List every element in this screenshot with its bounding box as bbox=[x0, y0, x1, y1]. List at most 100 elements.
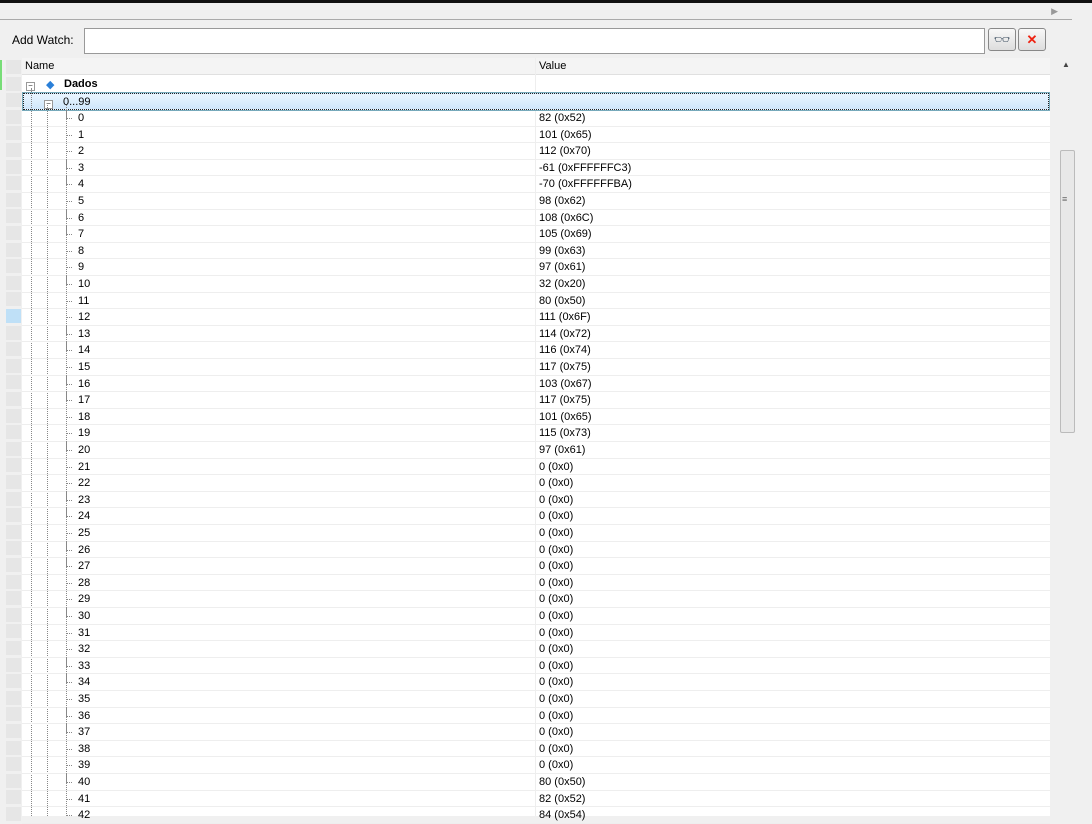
tree-row-item[interactable]: 11 80 (0x50) bbox=[22, 292, 1050, 310]
tree-row-item[interactable]: 36 0 (0x0) bbox=[22, 707, 1050, 725]
tree-row-item[interactable]: 5 98 (0x62) bbox=[22, 193, 1050, 210]
item-index: 2 bbox=[78, 145, 85, 158]
tree-row-item[interactable]: 13 114 (0x72) bbox=[22, 325, 1050, 343]
tree-row-item[interactable]: 12 111 (0x6F) bbox=[22, 309, 1050, 326]
column-header-name[interactable]: Name bbox=[25, 60, 54, 72]
tree-row-root[interactable]: − ◆ Dados bbox=[22, 76, 1050, 93]
gutter-cell bbox=[6, 342, 21, 357]
item-value: 98 (0x62) bbox=[539, 195, 586, 207]
tree-row-item[interactable]: 16 103 (0x67) bbox=[22, 375, 1050, 393]
tree-row-item[interactable]: 7 105 (0x69) bbox=[22, 226, 1050, 243]
item-value: 0 (0x0) bbox=[539, 693, 574, 705]
gutter-cell bbox=[6, 159, 21, 174]
grid-header: Name Value bbox=[22, 58, 1050, 75]
item-value: 0 (0x0) bbox=[539, 477, 574, 490]
item-value: 115 (0x73) bbox=[539, 427, 591, 440]
item-index: 5 bbox=[78, 195, 85, 207]
item-value: 0 (0x0) bbox=[539, 460, 574, 473]
gutter-cell bbox=[6, 192, 21, 207]
item-value: 117 (0x75) bbox=[539, 361, 591, 373]
tree-row-item[interactable]: 34 0 (0x0) bbox=[22, 674, 1050, 691]
gutter-cell bbox=[6, 773, 21, 788]
item-value: 0 (0x0) bbox=[539, 610, 574, 622]
tree-row-item[interactable]: 32 0 (0x0) bbox=[22, 641, 1050, 658]
tree-row-item[interactable]: 15 117 (0x75) bbox=[22, 359, 1050, 376]
horizontal-scrollbar[interactable]: ▶ bbox=[0, 3, 1072, 20]
tree-row-item[interactable]: 20 97 (0x61) bbox=[22, 442, 1050, 459]
tree-row-item[interactable]: 38 0 (0x0) bbox=[22, 740, 1050, 758]
tree-row-item[interactable]: 37 0 (0x0) bbox=[22, 724, 1050, 741]
item-value: 105 (0x69) bbox=[539, 228, 592, 241]
item-value: 0 (0x0) bbox=[539, 626, 574, 639]
tree-row-item[interactable]: 22 0 (0x0) bbox=[22, 475, 1050, 492]
item-index: 22 bbox=[78, 477, 91, 490]
gutter-cell bbox=[6, 176, 21, 191]
tree-row-item[interactable]: 3 -61 (0xFFFFFFC3) bbox=[22, 159, 1050, 177]
gutter-cell bbox=[6, 458, 21, 473]
tree-row-item[interactable]: 10 32 (0x20) bbox=[22, 276, 1050, 293]
tree-row-item[interactable]: 33 0 (0x0) bbox=[22, 657, 1050, 675]
tree-row-item[interactable]: 29 0 (0x0) bbox=[22, 591, 1050, 608]
tree-row-item[interactable]: 25 0 (0x0) bbox=[22, 525, 1050, 542]
tree-row-item[interactable]: 0 82 (0x52) bbox=[22, 110, 1050, 127]
gutter-cell bbox=[6, 707, 21, 722]
tree-row-item[interactable]: 31 0 (0x0) bbox=[22, 624, 1050, 642]
item-value: 103 (0x67) bbox=[539, 377, 592, 390]
add-watch-input[interactable] bbox=[84, 28, 985, 54]
item-value: 82 (0x52) bbox=[539, 792, 586, 805]
tree-row-item[interactable]: 6 108 (0x6C) bbox=[22, 209, 1050, 227]
item-index: 35 bbox=[78, 693, 91, 705]
gutter-cell bbox=[6, 641, 21, 655]
scroll-right-icon[interactable]: ▶ bbox=[1051, 6, 1058, 17]
tree-row-item[interactable]: 19 115 (0x73) bbox=[22, 425, 1050, 442]
tree-row-item[interactable]: 14 116 (0x74) bbox=[22, 342, 1050, 359]
tree-row-item[interactable]: 30 0 (0x0) bbox=[22, 608, 1050, 625]
range-name: 0...99 bbox=[63, 96, 91, 108]
vertical-scrollbar[interactable]: ▲ ≡ bbox=[1058, 58, 1076, 816]
tree-row-item[interactable]: 4 -70 (0xFFFFFFBA) bbox=[22, 176, 1050, 193]
column-header-value[interactable]: Value bbox=[539, 60, 566, 72]
gutter-cell bbox=[6, 491, 21, 506]
item-value: 101 (0x65) bbox=[539, 128, 592, 141]
tree-row-range[interactable]: − 0...99 bbox=[22, 92, 1050, 111]
tree-row-item[interactable]: 27 0 (0x0) bbox=[22, 558, 1050, 575]
item-value: 0 (0x0) bbox=[539, 709, 574, 722]
tree-row-item[interactable]: 39 0 (0x0) bbox=[22, 757, 1050, 774]
watch-grid: Name Value − ◆ Dados − 0...99 0 82 (0x52)… bbox=[22, 58, 1050, 824]
collapse-icon[interactable]: − bbox=[44, 100, 53, 109]
item-index: 27 bbox=[78, 560, 91, 573]
tree-row-item[interactable]: 21 0 (0x0) bbox=[22, 458, 1050, 476]
tree-row-item[interactable]: 17 117 (0x75) bbox=[22, 392, 1050, 409]
gutter-cell bbox=[6, 607, 21, 622]
tree-row-item[interactable]: 40 80 (0x50) bbox=[22, 774, 1050, 791]
scroll-up-icon[interactable]: ▲ bbox=[1062, 60, 1070, 69]
tree-row-item[interactable]: 24 0 (0x0) bbox=[22, 508, 1050, 525]
tree-row-item[interactable]: 28 0 (0x0) bbox=[22, 574, 1050, 592]
gutter-cell bbox=[6, 724, 21, 738]
tree-row-item[interactable]: 23 0 (0x0) bbox=[22, 491, 1050, 509]
tree-row-item[interactable]: 9 97 (0x61) bbox=[22, 259, 1050, 276]
item-index: 30 bbox=[78, 610, 91, 622]
gutter-cell bbox=[6, 807, 21, 821]
gutter-cell bbox=[6, 60, 21, 74]
delete-watch-button[interactable]: ✕ bbox=[1018, 28, 1046, 51]
tree-row-item[interactable]: 42 84 (0x54) bbox=[22, 807, 1050, 824]
scrollbar-thumb[interactable] bbox=[1060, 150, 1075, 433]
tree-row-item[interactable]: 2 112 (0x70) bbox=[22, 143, 1050, 160]
gutter-cell bbox=[6, 425, 21, 440]
gutter-cell bbox=[6, 226, 21, 240]
tree-row-item[interactable]: 18 101 (0x65) bbox=[22, 408, 1050, 426]
tree-row-item[interactable]: 1 101 (0x65) bbox=[22, 126, 1050, 144]
item-value: 0 (0x0) bbox=[539, 543, 574, 556]
item-value: 32 (0x20) bbox=[539, 278, 586, 290]
item-index: 41 bbox=[78, 792, 91, 805]
quickwatch-button[interactable]: 👓︎ bbox=[988, 28, 1016, 51]
tree-row-item[interactable]: 8 99 (0x63) bbox=[22, 242, 1050, 260]
gutter-cell bbox=[6, 524, 21, 539]
tree-row-item[interactable]: 26 0 (0x0) bbox=[22, 541, 1050, 559]
tree-row-item[interactable]: 41 82 (0x52) bbox=[22, 790, 1050, 808]
tree-row-item[interactable]: 35 0 (0x0) bbox=[22, 691, 1050, 708]
item-index: 25 bbox=[78, 527, 91, 539]
gutter-cell bbox=[6, 126, 21, 141]
item-value: 84 (0x54) bbox=[539, 809, 586, 822]
